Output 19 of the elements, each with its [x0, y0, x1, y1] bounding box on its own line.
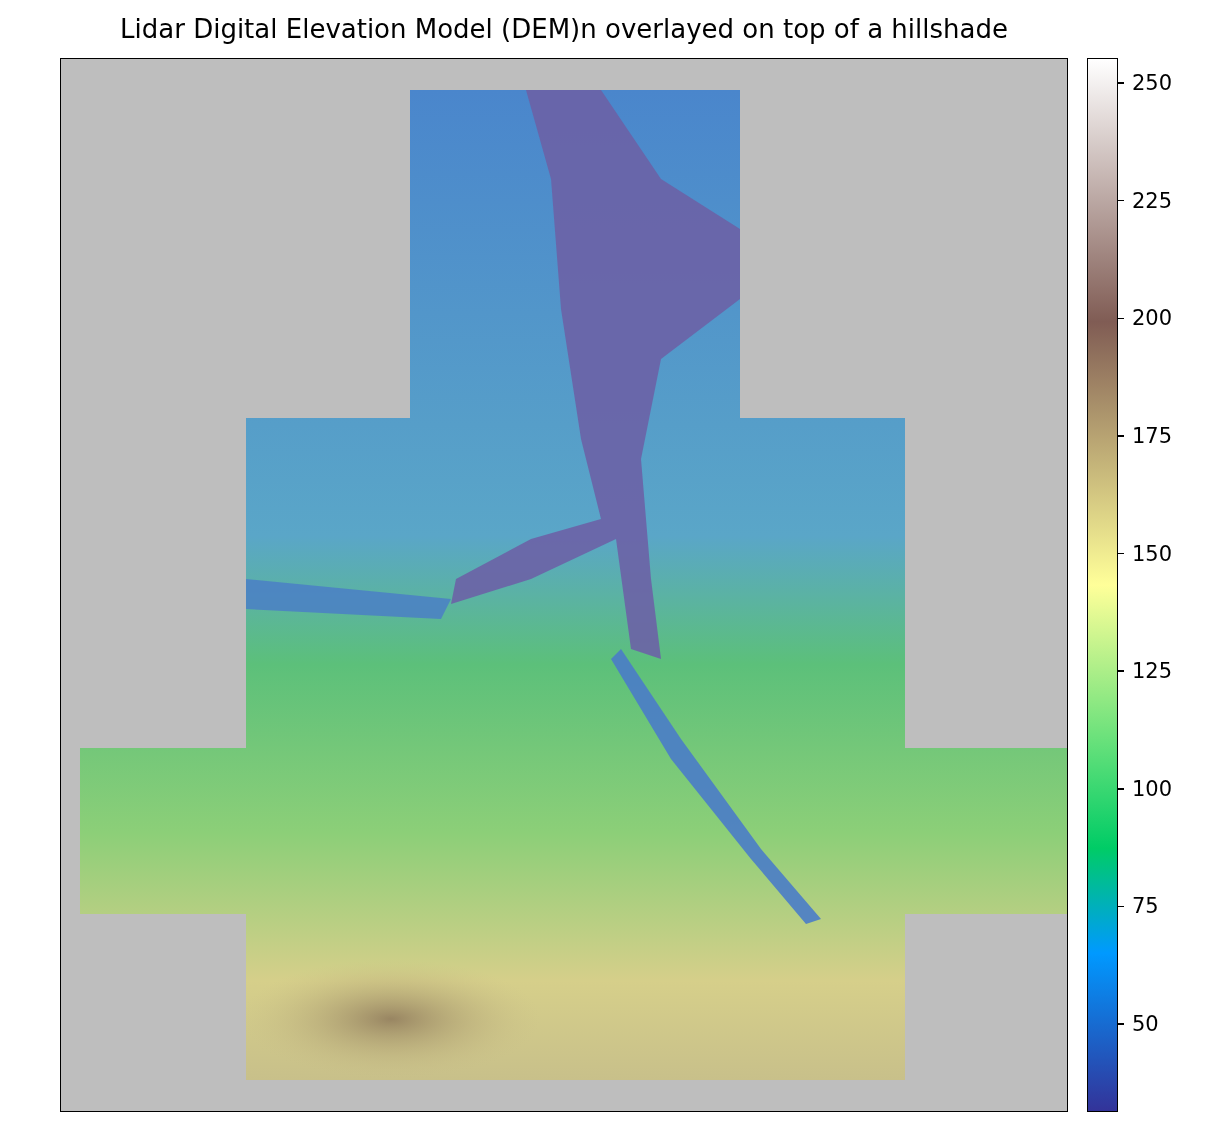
tick-mark [1118, 788, 1124, 790]
tick-mark [1118, 905, 1124, 908]
tick-label: 150 [1132, 541, 1173, 566]
tick-label: 200 [1132, 306, 1173, 331]
tick-label: 225 [1132, 188, 1173, 213]
tick-mark [1118, 1023, 1124, 1025]
tick-label: 100 [1132, 776, 1173, 801]
tick-mark [1118, 552, 1124, 555]
tick-label: 250 [1132, 71, 1173, 95]
tick-mark [1118, 317, 1124, 319]
tick-label: 175 [1132, 423, 1173, 448]
tick-mark [1118, 199, 1124, 202]
chart-title: Lidar Digital Elevation Model (DEM)n overlayed on top of a hillshade [120, 14, 1008, 44]
tick-label: 125 [1132, 659, 1173, 684]
tick-label: 75 [1132, 894, 1159, 919]
tick-mark [1118, 435, 1124, 437]
tick-mark [1118, 82, 1124, 84]
tick-mark [1118, 670, 1124, 672]
tick-label: 50 [1132, 1012, 1159, 1036]
